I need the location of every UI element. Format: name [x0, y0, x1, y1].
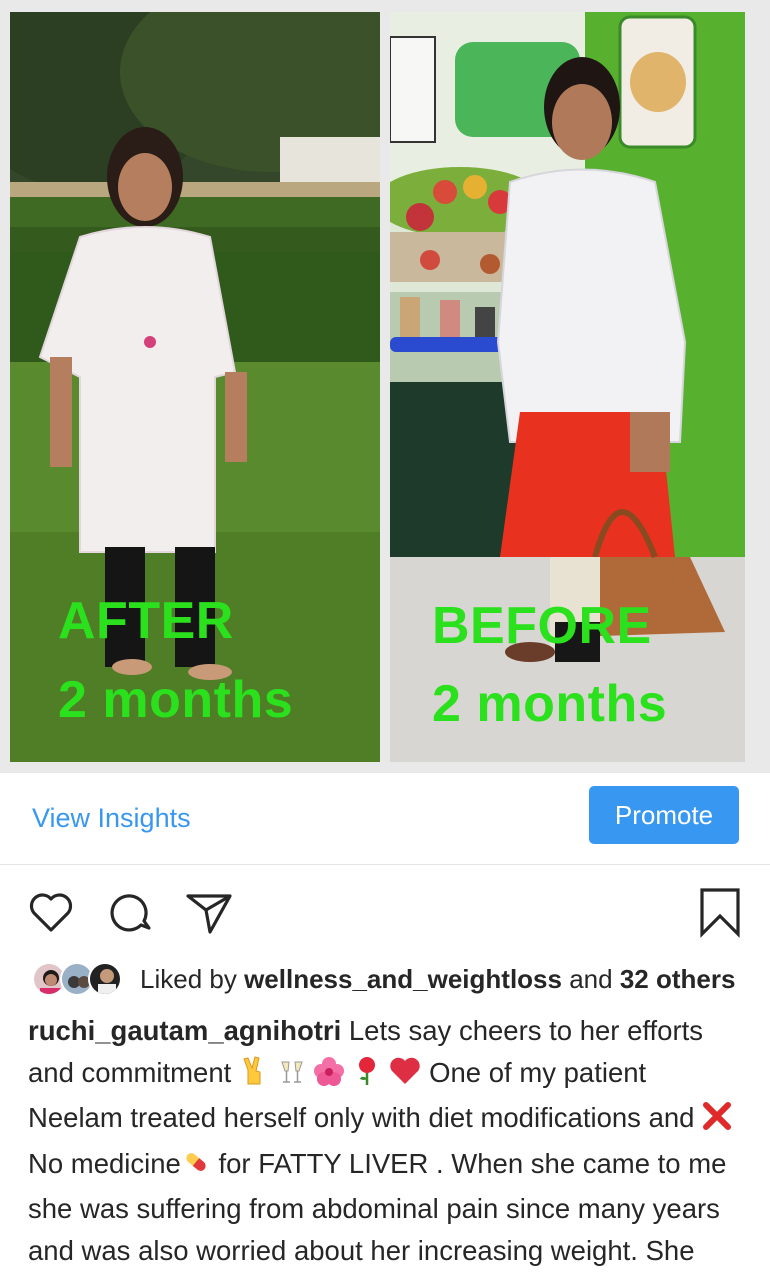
share-icon[interactable] [184, 888, 234, 938]
likes-prefix: Liked by [140, 964, 237, 994]
heart-icon[interactable] [26, 888, 76, 938]
avatar[interactable] [88, 962, 122, 996]
bookmark-icon[interactable] [696, 888, 746, 938]
insights-bar: View Insights Promote [0, 773, 770, 865]
likes-connector: and [569, 964, 613, 994]
victory-hand-emoji-icon [239, 1055, 269, 1098]
action-bar [0, 866, 770, 958]
red-heart-icon [389, 1056, 421, 1098]
comment-icon[interactable] [106, 888, 156, 938]
liked-by-user-link[interactable]: wellness_and_weightloss [244, 964, 562, 994]
likes-others-link[interactable]: 32 others [620, 964, 736, 994]
after-duration-label: 2 months [58, 671, 294, 729]
after-photo: AFTER 2 months [10, 12, 380, 762]
hibiscus-icon [314, 1056, 345, 1098]
caption-text-3: No medicine [28, 1147, 181, 1179]
promote-button[interactable]: Promote [589, 786, 739, 844]
likes-row: Liked by wellness_and_weightloss and 32 … [0, 958, 770, 1002]
champagne-glasses-icon [277, 1056, 307, 1098]
post-image[interactable]: AFTER 2 months BEFORE 2 months [0, 0, 770, 773]
view-insights-link[interactable]: View Insights [32, 803, 191, 834]
after-label: AFTER [58, 592, 234, 650]
cross-mark-icon [702, 1101, 732, 1143]
caption-username[interactable]: ruchi_gautam_agnihotri [28, 1015, 341, 1046]
rose-icon [352, 1056, 382, 1098]
before-duration-label: 2 months [432, 675, 668, 733]
caption: ruchi_gautam_agnihotri Lets say cheers t… [28, 1010, 743, 1280]
before-label: BEFORE [432, 597, 652, 655]
likes-text: Liked by wellness_and_weightloss and 32 … [140, 964, 735, 995]
pill-icon [181, 1147, 211, 1189]
before-photo: BEFORE 2 months [390, 12, 745, 762]
